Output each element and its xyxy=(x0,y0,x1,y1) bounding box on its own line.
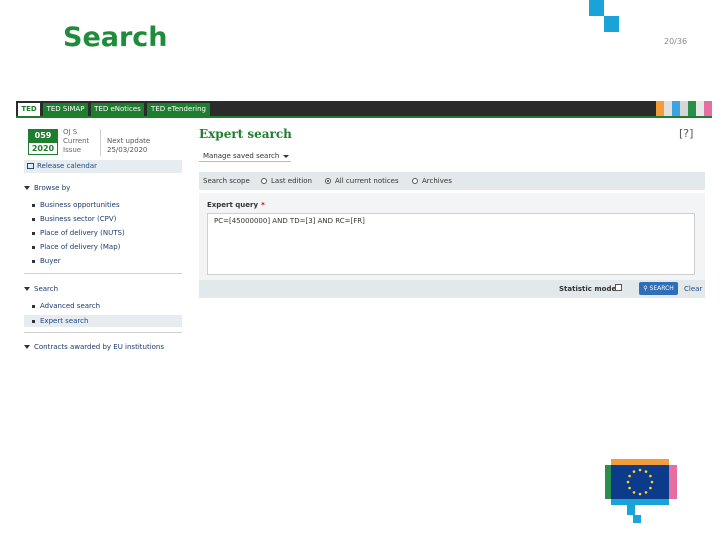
corner-decoration xyxy=(589,0,604,16)
help-link[interactable]: [?] xyxy=(679,127,693,140)
search-actions-bar: Statistic mode ⚲ SEARCH Clear xyxy=(199,280,705,298)
radio-icon xyxy=(412,178,418,184)
page-number: 20/36 xyxy=(664,37,688,46)
statistic-mode-label: Statistic mode xyxy=(559,285,617,293)
search-scope-label: Search scope xyxy=(203,177,250,185)
oj-year: 2020 xyxy=(28,142,58,155)
oj-issue-badge[interactable]: 059 2020 xyxy=(28,129,58,155)
search-button[interactable]: ⚲ SEARCH xyxy=(639,282,678,295)
color-stripes xyxy=(656,101,712,116)
page-title: Expert search xyxy=(199,127,292,141)
tab-underline xyxy=(16,116,712,118)
scope-radio-all-current[interactable]: All current notices xyxy=(325,177,399,185)
bullet-icon xyxy=(32,245,35,249)
bullet-icon xyxy=(32,304,35,308)
divider xyxy=(100,129,101,156)
sidebar-item-place-map[interactable]: Place of delivery (Map) xyxy=(32,243,120,251)
tab-ted-enotices[interactable]: TED eNotices xyxy=(91,103,144,116)
sidebar-item-expert-search[interactable]: Expert search xyxy=(24,315,182,327)
bullet-icon xyxy=(32,319,35,323)
top-tab-bar: TED TED SIMAP TED eNotices TED eTenderin… xyxy=(16,101,712,116)
eu-flag-icon xyxy=(605,459,677,523)
manage-saved-search-dropdown[interactable]: Manage saved search xyxy=(199,150,291,162)
search-scope-bar: Search scope Last edition All current no… xyxy=(199,172,705,190)
sidebar: 059 2020 OJ S Current Issue Next update … xyxy=(24,123,182,360)
radio-icon xyxy=(261,178,267,184)
corner-decoration xyxy=(604,16,619,32)
calendar-icon xyxy=(27,163,34,169)
expert-query-label: Expert query * xyxy=(207,201,265,209)
oj-number: 059 xyxy=(28,129,58,142)
chevron-down-icon xyxy=(283,154,290,158)
sidebar-item-business-opportunities[interactable]: Business opportunities xyxy=(32,201,120,209)
eu-logo xyxy=(605,459,677,525)
triangle-down-icon xyxy=(24,287,30,291)
bullet-icon xyxy=(32,203,35,207)
next-update: Next update 25/03/2020 xyxy=(107,137,151,154)
contracts-eu-link[interactable]: Contracts awarded by EU institutions xyxy=(24,343,164,351)
scope-radio-archives[interactable]: Archives xyxy=(412,177,452,185)
search-icon: ⚲ xyxy=(643,285,648,292)
radio-checked-icon xyxy=(325,178,331,184)
scope-radio-last-edition[interactable]: Last edition xyxy=(261,177,312,185)
sidebar-item-advanced-search[interactable]: Advanced search xyxy=(32,302,100,310)
triangle-down-icon xyxy=(24,345,30,349)
divider xyxy=(24,273,182,274)
sidebar-item-buyer[interactable]: Buyer xyxy=(32,257,61,265)
slide-title: Search xyxy=(63,22,168,53)
release-calendar-link[interactable]: Release calendar xyxy=(24,160,182,173)
sidebar-item-business-sector[interactable]: Business sector (CPV) xyxy=(32,215,116,223)
tab-ted[interactable]: TED xyxy=(18,103,40,116)
expert-query-input[interactable]: PC=[45000000] AND TD=[3] AND RC=[FR] xyxy=(207,213,695,275)
bullet-icon xyxy=(32,259,35,263)
bullet-icon xyxy=(32,217,35,221)
triangle-down-icon xyxy=(24,186,30,190)
bullet-icon xyxy=(32,231,35,235)
statistic-mode-checkbox[interactable] xyxy=(615,284,622,291)
tab-ted-etendering[interactable]: TED eTendering xyxy=(147,103,210,116)
sidebar-item-place-nuts[interactable]: Place of delivery (NUTS) xyxy=(32,229,125,237)
ted-screenshot: TED TED SIMAP TED eNotices TED eTenderin… xyxy=(16,101,712,360)
main-panel: Expert search [?] Manage saved search Se… xyxy=(199,123,712,360)
clear-link[interactable]: Clear xyxy=(684,285,702,293)
tab-ted-simap[interactable]: TED SIMAP xyxy=(43,103,88,116)
browse-by-heading[interactable]: Browse by xyxy=(24,184,70,192)
search-heading[interactable]: Search xyxy=(24,285,58,293)
divider xyxy=(24,332,182,333)
oj-current-issue-label: OJ S Current Issue xyxy=(63,128,90,154)
